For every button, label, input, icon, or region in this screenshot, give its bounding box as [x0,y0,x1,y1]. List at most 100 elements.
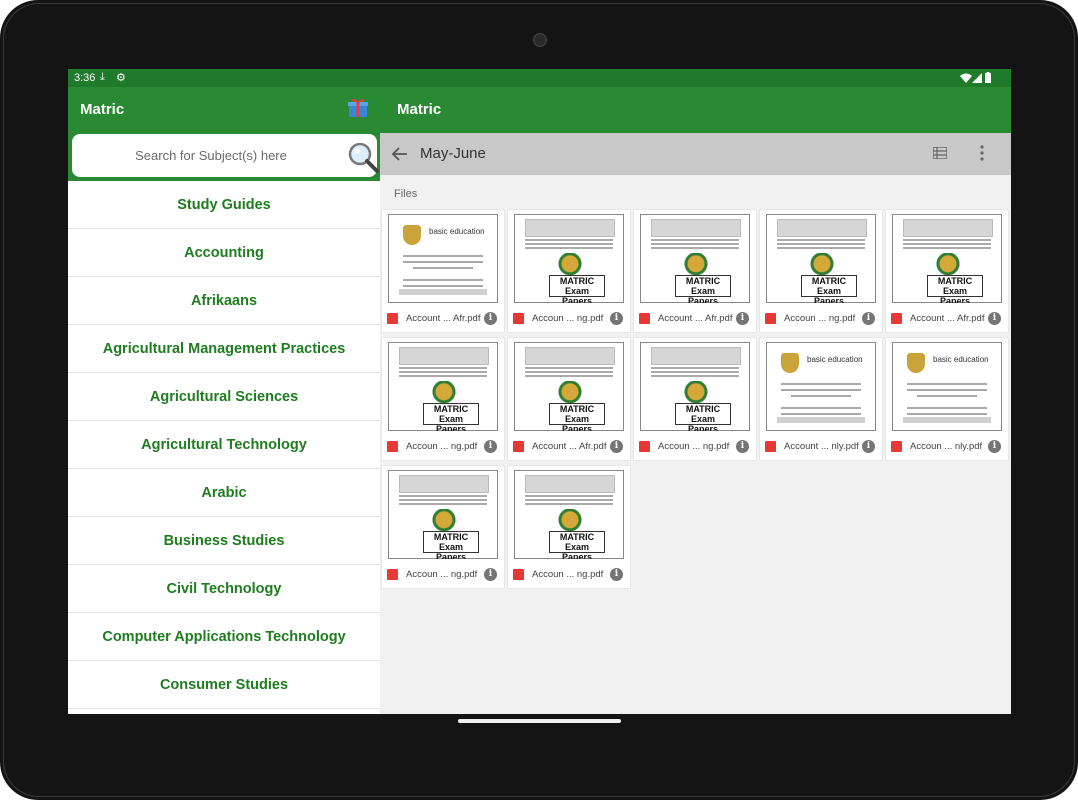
file-card[interactable]: MATRIC Exam Papers Account ... Afr.pdf i [634,210,756,332]
text-line [651,367,739,369]
text-line [399,367,487,369]
gesture-nav-bar[interactable] [458,719,621,723]
file-name: Accoun ... nly.pdf [910,441,983,452]
download-icon: ⤓ [100,71,105,83]
file-name: Accoun ... ng.pdf [532,313,604,324]
search-input[interactable] [72,134,332,177]
text-line [907,407,987,409]
text-line [651,243,739,245]
app-title-right: Matric [397,101,442,118]
subject-item[interactable]: Agricultural Sciences [68,373,380,421]
doc-header-box [525,347,615,365]
matric-badge: MATRIC Exam Papers [549,275,605,303]
subject-item[interactable]: Computer Applications Technology [68,613,380,661]
text-line [903,239,991,241]
coat-of-arms-icon [933,253,963,277]
info-icon[interactable]: i [610,568,623,581]
document-preview: MATRIC Exam Papers [640,342,750,431]
file-card[interactable]: MATRIC Exam Papers Accoun ... ng.pdf i [508,210,630,332]
text-line [525,247,613,249]
matric-badge: MATRIC Exam Papers [801,275,857,303]
file-caption: Accoun ... nly.pdf i [886,431,1008,460]
subject-item[interactable]: Agricultural Management Practices [68,325,380,373]
gift-icon[interactable] [347,96,369,118]
file-thumbnail: MATRIC Exam Papers [508,210,630,303]
text-line [791,395,851,397]
settings-icon: ⚙ [116,72,126,84]
file-card[interactable]: basic education Account ... Afr.pdf i [382,210,504,332]
document-preview: basic education [892,342,1002,431]
text-line [651,247,739,249]
info-icon[interactable]: i [988,312,1001,325]
file-card[interactable]: MATRIC Exam Papers Accoun ... ng.pdf i [382,466,504,588]
search-box [72,134,379,177]
info-icon[interactable]: i [484,568,497,581]
info-icon[interactable]: i [610,440,623,453]
matric-badge: MATRIC Exam Papers [675,403,731,431]
file-card[interactable]: MATRIC Exam Papers Accoun ... ng.pdf i [382,338,504,460]
info-icon[interactable]: i [862,440,875,453]
info-icon[interactable]: i [862,312,875,325]
coat-of-arms-icon [429,381,459,405]
file-card[interactable]: MATRIC Exam Papers Accoun ... ng.pdf i [634,338,756,460]
file-card[interactable]: basic education Accoun ... nly.pdf i [886,338,1008,460]
wifi-icon [960,73,972,83]
pdf-icon [639,441,650,452]
file-name: Accoun ... ng.pdf [532,569,604,580]
file-thumbnail: MATRIC Exam Papers [886,210,1008,303]
more-vert-icon[interactable] [980,145,984,161]
info-icon[interactable]: i [988,440,1001,453]
list-view-icon[interactable] [933,147,947,159]
matric-badge: MATRIC Exam Papers [423,531,479,559]
coat-of-arms-icon [681,381,711,405]
arrow-back-icon[interactable] [390,144,410,164]
pdf-icon [513,569,524,580]
text-line [403,285,483,287]
info-icon[interactable]: i [736,312,749,325]
text-line [651,371,739,373]
magnifier-icon[interactable] [347,141,379,173]
file-caption: Account ... Afr.pdf i [382,303,504,332]
subject-item[interactable]: Accounting [68,229,380,277]
subject-item[interactable]: Consumer Studies [68,661,380,709]
subject-item[interactable]: Business Studies [68,517,380,565]
text-line [917,395,977,397]
pdf-icon [387,441,398,452]
text-line [777,239,865,241]
info-icon[interactable]: i [736,440,749,453]
text-line [907,383,987,385]
file-name: Accoun ... ng.pdf [658,441,730,452]
doc-header-box [777,219,867,237]
info-icon[interactable]: i [610,312,623,325]
text-line [399,371,487,373]
subject-item[interactable]: Study Guides [68,181,380,229]
info-icon[interactable]: i [484,312,497,325]
matric-badge: MATRIC Exam Papers [549,403,605,431]
matric-badge: MATRIC Exam Papers [549,531,605,559]
subject-item[interactable]: Afrikaans [68,277,380,325]
coat-of-arms-icon [429,509,459,533]
coat-of-arms-icon [807,253,837,277]
subject-item[interactable]: Civil Technology [68,565,380,613]
subject-item[interactable]: Arabic [68,469,380,517]
file-name: Accoun ... ng.pdf [784,313,856,324]
pdf-icon [513,441,524,452]
subject-item[interactable]: Agricultural Technology [68,421,380,469]
file-card[interactable]: MATRIC Exam Papers Accoun ... ng.pdf i [760,210,882,332]
doc-header-box [399,347,489,365]
info-icon[interactable]: i [484,440,497,453]
document-preview: MATRIC Exam Papers [388,342,498,431]
file-card[interactable]: basic education Account ... nly.pdf i [760,338,882,460]
file-caption: Account ... nly.pdf i [760,431,882,460]
coat-of-arms-icon [781,353,799,373]
app-title-left: Matric [80,101,125,118]
doc-header-box [525,219,615,237]
file-card[interactable]: MATRIC Exam Papers Account ... Afr.pdf i [886,210,1008,332]
coat-of-arms-icon [555,509,585,533]
file-card[interactable]: MATRIC Exam Papers Account ... Afr.pdf i [508,338,630,460]
file-name: Accoun ... ng.pdf [406,441,478,452]
status-bar: 3:36 ⤓ ⚙ [68,69,1011,87]
document-preview: MATRIC Exam Papers [514,342,624,431]
text-line [399,499,487,501]
file-card[interactable]: MATRIC Exam Papers Accoun ... ng.pdf i [508,466,630,588]
